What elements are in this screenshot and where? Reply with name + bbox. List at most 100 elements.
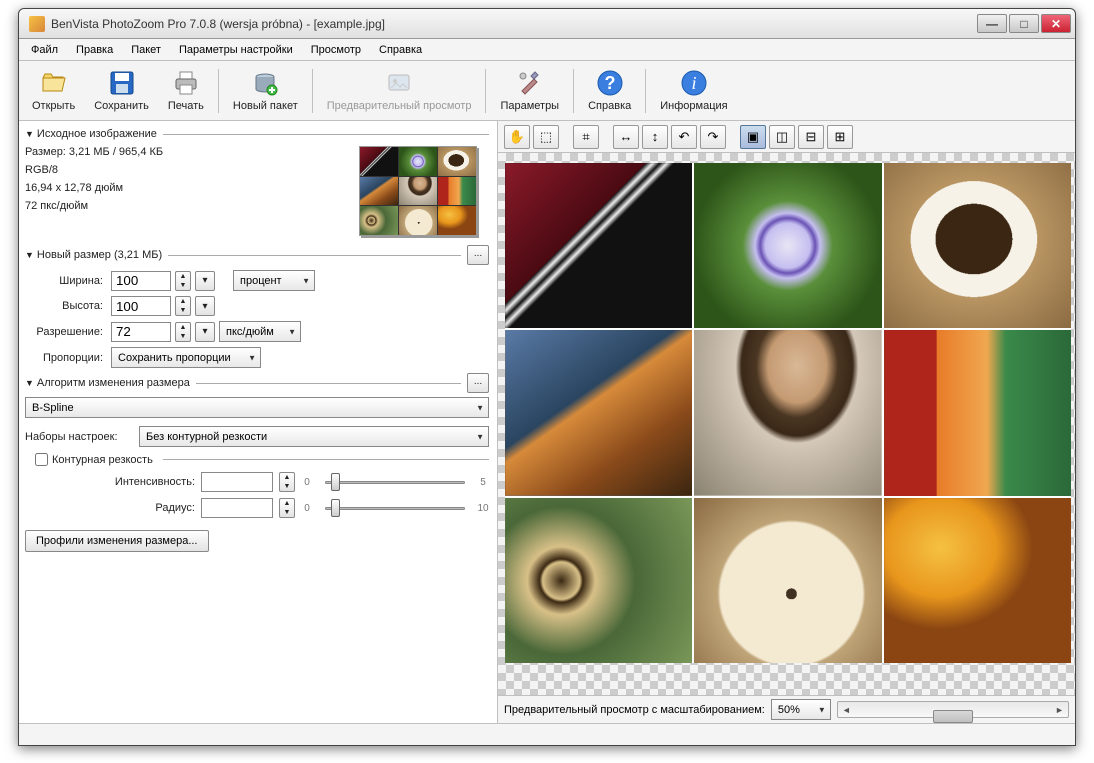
horizontal-scrollbar[interactable]: ◄ ► [837,701,1069,718]
marquee-icon: ⬚ [540,129,552,145]
resolution-label: Разрешение: [25,326,103,338]
marquee-tool-button[interactable]: ⬚ [533,125,559,149]
collapse-icon: ▼ [25,378,34,388]
resolution-lock-button[interactable]: ▾ [195,322,215,342]
flip-h-icon: ↔ [620,129,633,144]
titlebar[interactable]: BenVista PhotoZoom Pro 7.0.8 (wersja pró… [19,9,1075,39]
flip-vertical-button[interactable]: ↕ [642,125,668,149]
app-window: BenVista PhotoZoom Pro 7.0.8 (wersja pró… [18,8,1076,746]
preview-bottom-bar: Предварительный просмотр с масштабирован… [498,695,1075,723]
rotate-right-button[interactable]: ↷ [700,125,726,149]
flip-v-icon: ↕ [652,129,659,144]
collapse-icon: ▼ [25,129,34,139]
intensity-slider[interactable] [319,472,471,492]
width-lock-button[interactable]: ▾ [195,271,215,291]
options-button[interactable]: Параметры [491,63,568,119]
help-icon: ? [596,69,624,97]
collapse-icon: ▼ [25,250,34,260]
help-button[interactable]: ? Справка [579,63,640,119]
hand-icon: ✋ [509,129,525,145]
open-button[interactable]: Открыть [23,63,84,119]
resolution-unit-select[interactable]: пкс/дюйм [219,321,301,342]
split-h-icon: ◫ [776,129,788,145]
resolution-spinner[interactable]: ▲▼ [175,322,191,342]
app-icon [29,16,45,32]
height-spinner[interactable]: ▲▼ [175,296,191,316]
size-unit-select[interactable]: процент [233,270,315,291]
right-panel: ✋ ⬚ ⌗ ↔ ↕ ↶ ↷ ▣ ◫ ⊟ ⊞ [497,121,1075,723]
rotate-left-button[interactable]: ↶ [671,125,697,149]
menu-settings[interactable]: Параметры настройки [171,41,301,59]
width-label: Ширина: [25,275,103,287]
toggle-preview-button[interactable]: Предварительный просмотр [318,63,481,119]
resolution-input[interactable] [111,322,171,342]
statusbar [19,723,1075,745]
unsharp-label: Контурная резкость [52,454,153,466]
print-button[interactable]: Печать [159,63,213,119]
menu-file[interactable]: Файл [23,41,66,59]
new-batch-button[interactable]: Новый пакет [224,63,307,119]
tools-icon [516,69,544,97]
save-button[interactable]: Сохранить [85,63,158,119]
preview-image [505,163,1071,663]
unsharp-checkbox[interactable] [35,453,48,466]
preview-area[interactable] [498,153,1075,695]
rotate-ccw-icon: ↶ [679,129,690,145]
rotate-cw-icon: ↷ [708,129,719,145]
resize-method-select[interactable]: B-Spline [25,397,489,418]
window-title: BenVista PhotoZoom Pro 7.0.8 (wersja pró… [51,17,977,31]
source-section-header[interactable]: ▼ Исходное изображение [25,128,489,140]
radius-slider[interactable] [319,498,471,518]
resize-section-header[interactable]: ▼ Алгоритм изменения размера ... [25,373,489,393]
width-spinner[interactable]: ▲▼ [175,271,191,291]
save-icon [108,69,136,97]
resize-profiles-button[interactable]: Профили изменения размера... [25,530,209,552]
radius-spinner[interactable]: ▲▼ [279,498,295,518]
intensity-input[interactable] [201,472,273,492]
radius-input[interactable] [201,498,273,518]
menu-edit[interactable]: Правка [68,41,121,59]
height-label: Высота: [25,300,103,312]
preview-icon [385,69,413,97]
hand-tool-button[interactable]: ✋ [504,125,530,149]
intensity-label: Интенсивность: [25,476,195,488]
view-split-v-button[interactable]: ⊟ [798,125,824,149]
newsize-section-header[interactable]: ▼ Новый размер (3,21 МБ) ... [25,245,489,265]
close-button[interactable]: ✕ [1041,14,1071,33]
view-single-button[interactable]: ▣ [740,125,766,149]
crop-tool-button[interactable]: ⌗ [573,125,599,149]
view-split-h-button[interactable]: ◫ [769,125,795,149]
scroll-left-icon[interactable]: ◄ [838,702,855,717]
preset-select[interactable]: Без контурной резкости [139,426,489,447]
main-toolbar: Открыть Сохранить Печать Новый пакет Пре… [19,61,1075,121]
presets-label: Наборы настроек: [25,431,135,443]
aspect-select[interactable]: Сохранить пропорции [111,347,261,368]
info-button[interactable]: i Информация [651,63,736,119]
batch-icon [251,69,279,97]
split-v-icon: ⊟ [806,129,817,145]
menubar: Файл Правка Пакет Параметры настройки Пр… [19,39,1075,61]
height-lock-button[interactable]: ▾ [195,296,215,316]
aspect-label: Пропорции: [25,352,103,364]
printer-icon [172,69,200,97]
scroll-right-icon[interactable]: ► [1051,702,1068,717]
width-input[interactable] [111,271,171,291]
view-grid-button[interactable]: ⊞ [827,125,853,149]
intensity-spinner[interactable]: ▲▼ [279,472,295,492]
resize-options-button[interactable]: ... [467,373,489,393]
menu-batch[interactable]: Пакет [123,41,169,59]
thumbnail[interactable] [359,146,477,236]
minimize-button[interactable]: — [977,14,1007,33]
height-input[interactable] [111,296,171,316]
view-single-icon: ▣ [747,129,759,145]
maximize-button[interactable]: □ [1009,14,1039,33]
view-toolbar: ✋ ⬚ ⌗ ↔ ↕ ↶ ↷ ▣ ◫ ⊟ ⊞ [498,121,1075,153]
flip-horizontal-button[interactable]: ↔ [613,125,639,149]
newsize-options-button[interactable]: ... [467,245,489,265]
menu-help[interactable]: Справка [371,41,430,59]
crop-icon: ⌗ [582,129,589,145]
menu-view[interactable]: Просмотр [303,41,369,59]
svg-text:?: ? [604,73,615,93]
zoom-select[interactable]: 50% [771,699,831,720]
zoom-label: Предварительный просмотр с масштабирован… [504,704,765,716]
